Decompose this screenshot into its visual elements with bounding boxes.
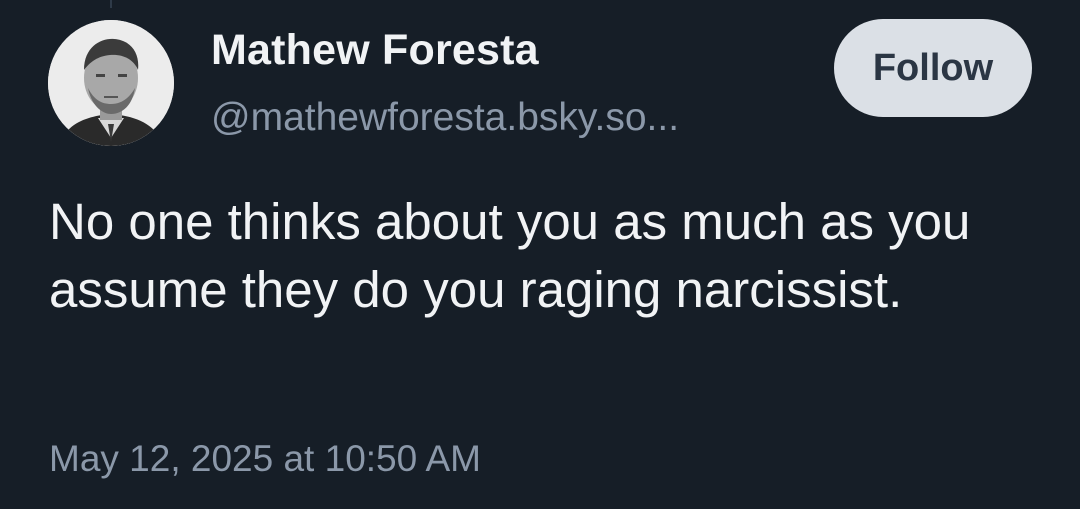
author-handle[interactable]: @mathewforesta.bsky.so... bbox=[211, 96, 679, 140]
avatar-photo bbox=[48, 20, 174, 146]
thread-connector bbox=[110, 0, 112, 8]
author-avatar[interactable] bbox=[48, 20, 174, 146]
post-card: Mathew Foresta @mathewforesta.bsky.so...… bbox=[0, 0, 1080, 509]
follow-button[interactable]: Follow bbox=[834, 19, 1032, 117]
author-display-name[interactable]: Mathew Foresta bbox=[211, 26, 539, 75]
post-text: No one thinks about you as much as you a… bbox=[49, 193, 971, 318]
post-timestamp[interactable]: May 12, 2025 at 10:50 AM bbox=[49, 438, 481, 480]
